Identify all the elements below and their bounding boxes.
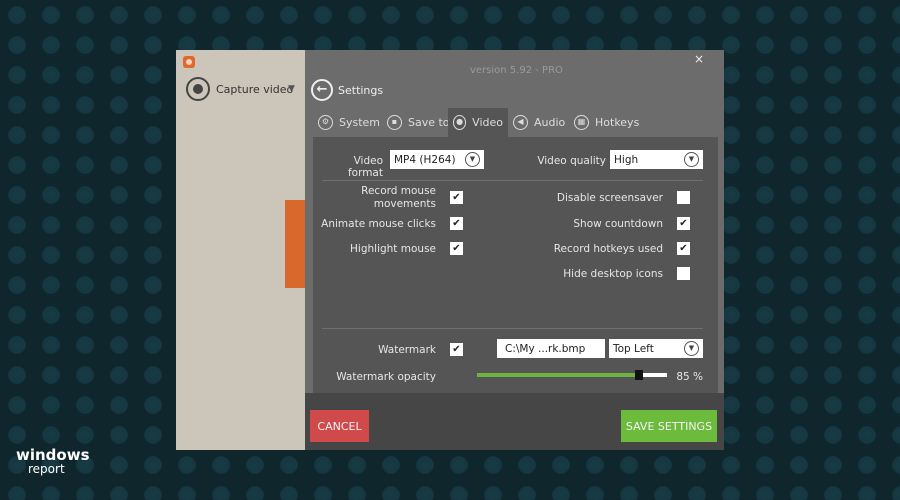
tab-label: Video bbox=[472, 116, 503, 129]
capture-mode-label[interactable]: Capture video bbox=[216, 83, 293, 96]
windows-report-logo: windows report bbox=[16, 448, 90, 477]
show-countdown-checkbox[interactable]: ✔ bbox=[677, 217, 690, 230]
select-value: High bbox=[614, 153, 639, 166]
watermark-file-input[interactable]: C:\My ...rk.bmp bbox=[497, 339, 605, 358]
keyboard-icon: ▦ bbox=[574, 115, 589, 130]
record-icon[interactable] bbox=[186, 77, 210, 101]
video-format-select[interactable]: MP4 (H264) ▼ bbox=[390, 150, 484, 169]
save-settings-button[interactable]: SAVE SETTINGS bbox=[621, 410, 717, 442]
record-hotkeys-checkbox[interactable]: ✔ bbox=[677, 242, 690, 255]
animate-clicks-checkbox[interactable]: ✔ bbox=[450, 217, 463, 230]
tab-system[interactable]: ⚙ System bbox=[313, 108, 385, 137]
tab-label: Save to bbox=[408, 116, 450, 129]
speaker-icon: ◀ bbox=[513, 115, 528, 130]
dialog-title: Settings bbox=[338, 84, 384, 97]
slider-fill bbox=[477, 373, 639, 377]
file-path: C:\My ...rk.bmp bbox=[505, 342, 586, 355]
highlight-mouse-label: Highlight mouse bbox=[350, 243, 436, 255]
chevron-down-icon: ▼ bbox=[465, 152, 480, 167]
disable-screensaver-checkbox[interactable] bbox=[677, 191, 690, 204]
tab-save-to[interactable]: ▪ Save to bbox=[382, 108, 455, 137]
triangle-down-icon[interactable]: ▼ bbox=[288, 84, 295, 94]
logo-line2: report bbox=[28, 462, 65, 476]
watermark-opacity-label: Watermark opacity bbox=[336, 371, 436, 383]
animate-clicks-label: Animate mouse clicks bbox=[321, 218, 436, 230]
disable-screensaver-label: Disable screensaver bbox=[556, 192, 663, 204]
record-hotkeys-label: Record hotkeys used bbox=[553, 243, 663, 255]
opacity-value: 85 % bbox=[676, 371, 703, 383]
divider bbox=[322, 328, 703, 329]
slider-thumb[interactable] bbox=[634, 370, 643, 380]
chevron-down-icon: ▼ bbox=[684, 341, 699, 356]
video-quality-select[interactable]: High ▼ bbox=[610, 150, 703, 169]
show-countdown-label: Show countdown bbox=[573, 218, 663, 230]
record-mouse-label: Record mouse movements bbox=[361, 185, 436, 210]
tab-audio[interactable]: ◀ Audio bbox=[508, 108, 570, 137]
tab-video[interactable]: ● Video bbox=[448, 108, 508, 137]
gear-icon: ⚙ bbox=[318, 115, 333, 130]
watermark-label: Watermark bbox=[378, 344, 436, 356]
divider bbox=[322, 180, 703, 181]
watermark-position-select[interactable]: Top Left ▼ bbox=[609, 339, 703, 358]
cancel-button[interactable]: CANCEL bbox=[310, 410, 369, 442]
tab-label: Audio bbox=[534, 116, 566, 129]
video-icon: ● bbox=[453, 115, 467, 130]
app-logo-icon bbox=[183, 56, 195, 68]
tab-hotkeys[interactable]: ▦ Hotkeys bbox=[569, 108, 644, 137]
hide-desktop-icons-label: Hide desktop icons bbox=[563, 268, 663, 280]
background-thumbnail bbox=[285, 200, 305, 288]
highlight-mouse-checkbox[interactable]: ✔ bbox=[450, 242, 463, 255]
select-value: Top Left bbox=[613, 342, 654, 355]
close-icon[interactable]: × bbox=[694, 52, 704, 66]
folder-icon: ▪ bbox=[387, 115, 402, 130]
hide-desktop-icons-checkbox[interactable] bbox=[677, 267, 690, 280]
version-label: version 5.92 - PRO bbox=[470, 65, 563, 76]
watermark-checkbox[interactable]: ✔ bbox=[450, 343, 463, 356]
tab-label: System bbox=[339, 116, 381, 129]
video-format-label: Video format bbox=[347, 155, 383, 179]
chevron-down-icon: ▼ bbox=[684, 152, 699, 167]
tab-label: Hotkeys bbox=[595, 116, 640, 129]
record-mouse-checkbox[interactable]: ✔ bbox=[450, 191, 463, 204]
back-arrow-icon[interactable]: ← bbox=[311, 79, 333, 101]
video-quality-label: Video quality bbox=[537, 155, 606, 167]
select-value: MP4 (H264) bbox=[394, 153, 456, 166]
